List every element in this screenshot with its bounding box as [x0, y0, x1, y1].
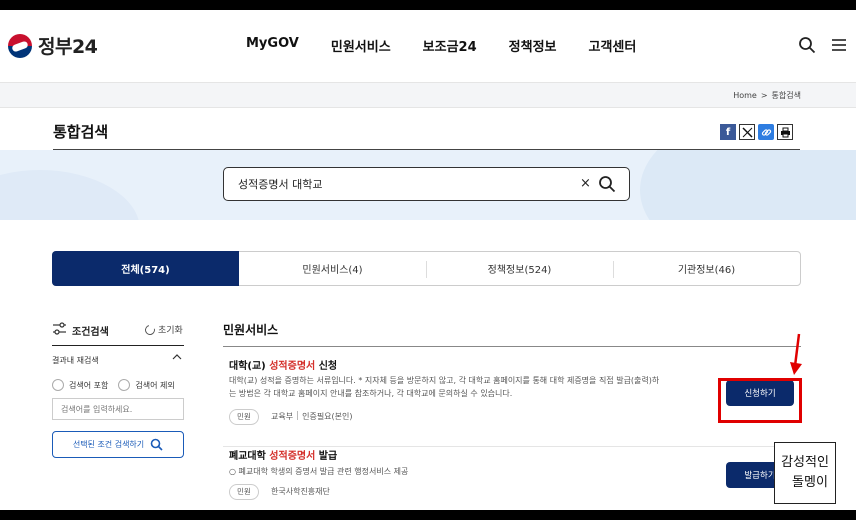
result-title-prefix: 폐교대학 — [229, 451, 270, 462]
x-icon[interactable] — [739, 124, 755, 140]
nav-item-customer-center[interactable]: 고객센터 — [589, 36, 637, 55]
main-nav: MyGOV 민원서비스 보조금24 정책정보 고객센터 — [246, 36, 636, 55]
search-submit-icon[interactable] — [598, 175, 616, 193]
breadcrumb-current: 통합검색 — [771, 91, 801, 100]
chevron-up-icon[interactable] — [172, 353, 182, 364]
result-org: 한국사학진흥재단 — [271, 487, 330, 496]
reset-button[interactable]: 초기화 — [143, 322, 183, 337]
annotation-highlight-box — [718, 378, 802, 423]
resubsearch-label: 결과내 재검색 — [52, 356, 99, 365]
nav-item-mygov[interactable]: MyGOV — [246, 36, 299, 55]
page: 정부24 MyGOV 민원서비스 보조금24 정책정보 고객센터 Home > … — [0, 10, 856, 510]
search-icon[interactable] — [798, 36, 816, 54]
include-label: 검색어 포함 — [69, 380, 109, 390]
tab-policy[interactable]: 정책정보(524) — [426, 252, 613, 285]
page-title: 통합검색 — [53, 123, 109, 141]
site-logo[interactable]: 정부24 — [8, 32, 98, 59]
tab-civil-service[interactable]: 민원서비스(4) — [239, 252, 426, 285]
section-divider — [223, 346, 801, 347]
facebook-icon[interactable]: f — [720, 124, 736, 140]
clear-search-icon[interactable]: × — [580, 176, 591, 191]
result-title[interactable]: 폐교대학 성적증명서 발급 — [229, 447, 337, 462]
taegeuk-logo-icon — [8, 33, 32, 58]
nav-item-civil-service[interactable]: 민원서비스 — [331, 36, 391, 55]
annotation-arrow-icon — [790, 333, 802, 375]
link-icon[interactable] — [758, 124, 774, 140]
result-description: ○ 폐교대학 학생의 증명서 발급 관련 행정서비스 제공 — [229, 467, 409, 476]
result-title-prefix: 대학(교) — [229, 361, 270, 372]
apply-filter-button[interactable]: 선택된 조건 검색하기 — [52, 431, 184, 458]
category-tabs: 전체(574) 민원서비스(4) 정책정보(524) 기관정보(46) — [52, 251, 801, 286]
keyword-input[interactable] — [52, 398, 184, 420]
result-title-highlight: 성적증명서 — [269, 451, 316, 462]
filter-sliders-icon — [53, 322, 66, 335]
watermark-line: 감성적인 — [781, 455, 829, 470]
filter-title: 조건검색 — [72, 327, 109, 338]
resubsearch-options: 검색어 포함 검색어 제외 — [52, 379, 175, 391]
result-meta: 교육부 인증필요(본인) — [271, 411, 353, 422]
nav-item-policy[interactable]: 정책정보 — [509, 36, 557, 55]
search-input[interactable] — [238, 176, 558, 192]
breadcrumb-home[interactable]: Home — [733, 91, 757, 100]
filter-divider — [52, 345, 184, 346]
site-header: 정부24 MyGOV 민원서비스 보조금24 정책정보 고객센터 — [0, 10, 856, 82]
menu-icon[interactable] — [830, 36, 848, 54]
reset-label: 초기화 — [158, 326, 183, 336]
result-title[interactable]: 대학(교) 성적증명서 신청 — [229, 357, 337, 372]
watermark-stamp: 감성적인 돌멩이 — [774, 442, 836, 504]
print-icon[interactable] — [777, 124, 793, 140]
nav-item-subsidy[interactable]: 보조금24 — [423, 36, 477, 55]
include-radio[interactable] — [52, 379, 64, 391]
tab-all[interactable]: 전체(574) — [52, 251, 239, 286]
result-title-suffix: 발급 — [315, 451, 338, 462]
search-icon — [150, 438, 163, 451]
result-tag: 민원 — [229, 484, 259, 500]
exclude-radio[interactable] — [118, 379, 131, 391]
result-tag: 민원 — [229, 409, 259, 425]
apply-filter-label: 선택된 조건 검색하기 — [72, 440, 145, 449]
exclude-label: 검색어 제외 — [135, 380, 175, 390]
refresh-icon — [143, 322, 157, 337]
result-org: 교육부 — [271, 412, 294, 421]
section-title: 민원서비스 — [223, 323, 279, 337]
result-desc-line: 는 방법은 각 대학교 홈페이지 안내를 참조하거나, 각 대학교에 문의하실 … — [229, 389, 513, 398]
result-title-highlight: 성적증명서 — [269, 361, 316, 372]
watermark-line: 돌멩이 — [792, 475, 828, 490]
breadcrumb: Home > 통합검색 — [733, 90, 801, 101]
result-auth: 인증필요(본인) — [302, 412, 353, 421]
breadcrumb-separator: > — [760, 91, 768, 100]
tab-agency[interactable]: 기관정보(46) — [613, 252, 800, 285]
logo-text: 정부24 — [38, 36, 98, 58]
result-description: 대학(교) 성적을 증명하는 서류입니다. * 지자체 등을 방문하지 않고, … — [229, 374, 709, 400]
search-box: × — [223, 167, 630, 201]
result-desc-line: 대학(교) 성적을 증명하는 서류입니다. * 지자체 등을 방문하지 않고, … — [229, 376, 660, 385]
breadcrumb-bar: Home > 통합검색 — [0, 82, 856, 108]
result-title-suffix: 신청 — [315, 361, 338, 372]
